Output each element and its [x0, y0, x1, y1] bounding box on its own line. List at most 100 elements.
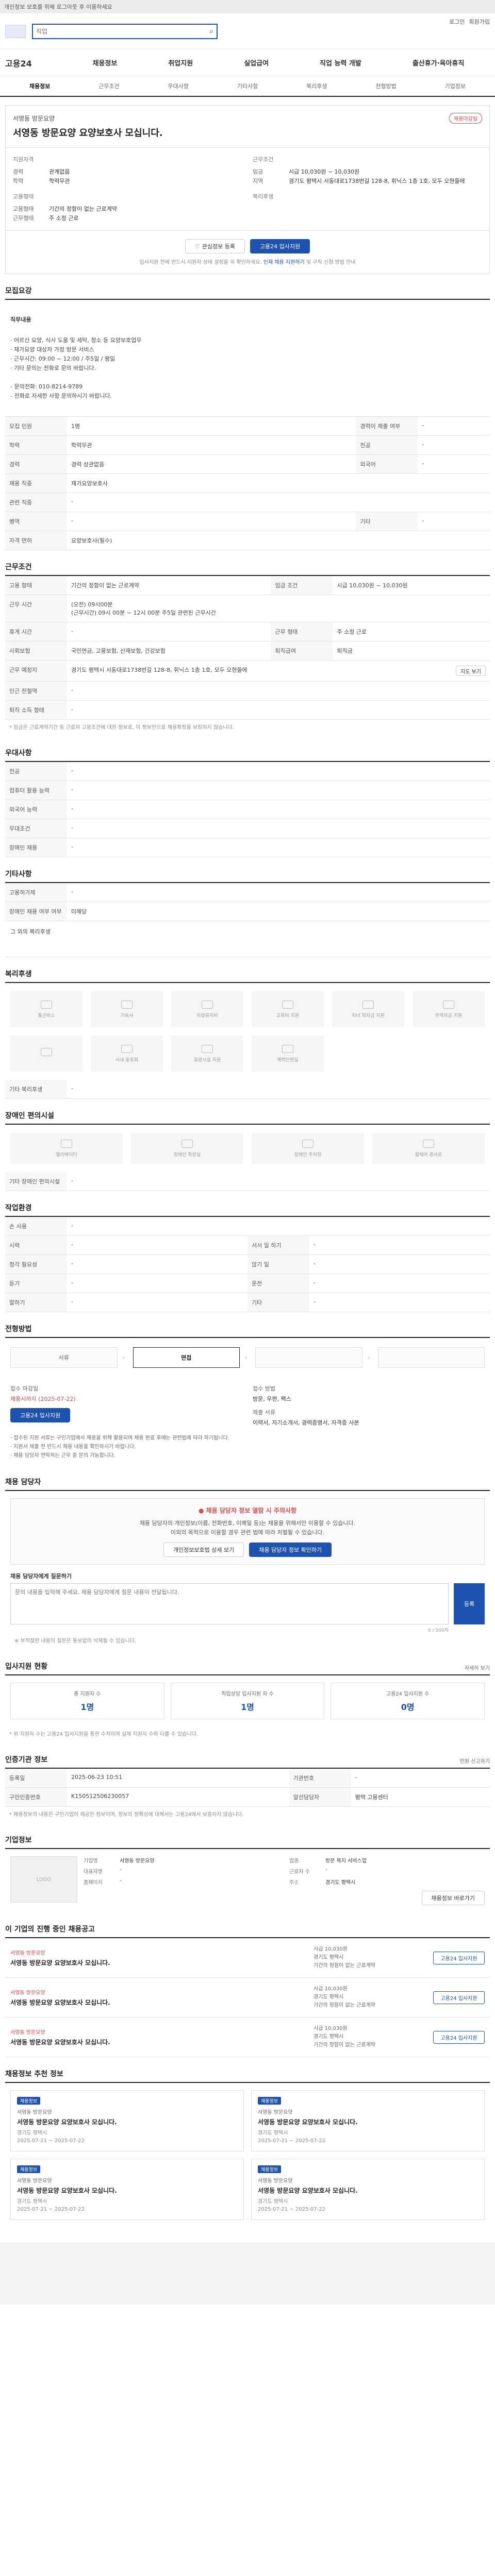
question-textarea[interactable] [10, 1583, 449, 1624]
recommend-card[interactable]: 채용정보 서영동 방문요양 서영동 방문요양 요양보호사 모십니다. 경기도 평택시 … [251, 2159, 485, 2220]
table-row: 경력 경력 상관없음 외국어 - [5, 454, 490, 474]
search-input[interactable] [36, 27, 210, 35]
gnb-item-vocational-training[interactable]: 직업 능력 개발 [320, 58, 361, 67]
table-row: 퇴직 소득 형태 - [5, 700, 490, 720]
summary-welfare-title: 복리후생 [253, 193, 274, 200]
privacy-law-button[interactable]: 개인정보보호법 상세 보기 [163, 1543, 244, 1557]
recommend-title: 채용정보 추천 정보 [5, 2070, 63, 2078]
facility-etc: 기타 장애인 편의시설 - [5, 1172, 490, 1191]
gnb-item-employment-support[interactable]: 취업지원 [168, 58, 193, 67]
tab-welfare[interactable]: 복리후생 [282, 82, 351, 90]
recommend-card[interactable]: 채용정보 서영동 방문요양 서영동 방문요양 요양보호사 모십니다. 경기도 평택시 … [10, 2090, 244, 2151]
company-jobs-button[interactable]: 채용정보 바로가기 [421, 1891, 485, 1905]
table-row: 사회보험 국민연금, 고용보험, 산재보험, 건강보험 퇴직급여 퇴직금 [5, 641, 490, 660]
summary-row: 지역 경기도 평택시 서동대로1738번길 128-8, 휘닉스 1층 1호, 모… [253, 178, 465, 184]
facility-section: 장애인 편의시설 엘리베이터 장애인 화장실 장애인 주차장 휠체어 경사로 기… [5, 1110, 490, 1191]
gnb-brand[interactable]: 고용24 [5, 57, 67, 69]
signup-link[interactable]: 회원가입 [469, 18, 490, 26]
posting-apply-button[interactable]: 고용24 입사지원 [433, 2030, 485, 2044]
table-row: 기타 장애인 편의시설 - [5, 1172, 490, 1191]
table-row: 인근 전철역 - [5, 681, 490, 701]
job-title-block: 서영동 방문요양 서영동 방문요양 요양보호사 모십니다. 채용마감일 [5, 105, 490, 148]
tab-etc[interactable]: 기타사항 [213, 82, 282, 90]
welfare-item: 통근버스 [10, 991, 82, 1027]
posting-apply-button[interactable]: 고용24 입사지원 [433, 1991, 485, 2004]
table-row: 학력 학력무관 전공 - [5, 435, 490, 455]
apply-info: 접수 마감일 채용시까지 (2025-07-22) 고용24 입사지원 접수 방… [10, 1385, 359, 1426]
welfare-item: 기숙사 [91, 991, 163, 1027]
search-icon[interactable]: ⌕ [209, 27, 213, 36]
report-link[interactable]: 민원 신고하기 [460, 1757, 490, 1765]
table-row: 장애인 채용 - [5, 838, 490, 857]
graduation-icon [362, 1000, 374, 1009]
welfare-item: 휴양시설 지원 [171, 1036, 243, 1072]
welfare-item [10, 1036, 82, 1072]
site-logo[interactable] [5, 24, 26, 38]
action-bar: ♡ 관심정보 등록 고용24 입사지원 입사지원 전에 반드시 지원자 상태 설정… [5, 231, 490, 274]
other-postings-title: 이 기업의 진행 중인 채용공고 [5, 1925, 95, 1934]
site-header: ⌕ 로그인 회원가입 [0, 13, 495, 49]
company-info-row: 주소 경기도 평택시 [289, 1880, 356, 1886]
table-row: 우대조건 - [5, 819, 490, 838]
question-submit-button[interactable]: 등록 [454, 1583, 485, 1624]
table-row: 채용 직종 재가요양보호사 [5, 473, 490, 493]
process-section: 전형방법 서류 › 면접 › › 접수 마감일 채용시까지 (2025-07-2… [5, 1324, 490, 1465]
recommend-card[interactable]: 채용정보 서영동 방문요양 서영동 방문요양 요양보호사 모십니다. 경기도 평택시 … [251, 2090, 485, 2151]
company-info-row: 대표자명 - [84, 1867, 122, 1875]
action-note-link[interactable]: 인재 채용 지원하기 [263, 260, 305, 265]
process-apply-button[interactable]: 고용24 입사지원 [10, 1408, 71, 1422]
welfare-item: 체력단련실 [252, 1036, 324, 1072]
tab-preferences[interactable]: 우대사항 [144, 82, 213, 90]
company-section: 기업정보 LOGO 기업명 서영동 방문요양 업종 방문 복지 서비스업 대표자명 -… [5, 1835, 490, 1912]
contact-panel: ● 채용 담당자 정보 열람 시 주의사항 채용 담당자의 개인정보(이름, 전… [10, 1498, 485, 1565]
welfare-section-title: 복리후생 [5, 970, 32, 978]
posting-card[interactable]: 서영동 방문요양 서영동 방문요양 요양보호사 모십니다. 시급 10,030원 … [5, 2018, 490, 2057]
job-summary: 지원자격 경력 관계없음 학력 학력무관 고용형태 고용형태 기간의 정함이 없는 근… [5, 148, 490, 231]
gnb-item-parental-leave[interactable]: 출산휴가·육아휴직 [412, 58, 465, 67]
elevator-icon [61, 1139, 72, 1148]
stat-card: 고용24 입사지원 수 0명 [331, 1683, 485, 1719]
facility-section-title: 장애인 편의시설 [5, 1112, 55, 1120]
tab-company[interactable]: 기업정보 [421, 82, 490, 90]
summary-row: 근무형태 주 소정 근로 [13, 215, 79, 222]
tab-conditions[interactable]: 근무조건 [74, 82, 143, 90]
posting-card[interactable]: 서영동 방문요양 서영동 방문요양 요양보호사 모십니다. 시급 10,030원 … [5, 1938, 490, 1978]
stats-section: 입사지원 현황 자세히 보기 총 지원자 수 1명 직업상담 입사지원 자 수 1명 … [5, 1661, 490, 1743]
view-contact-button[interactable]: 채용 담당자 정보 확인하기 [249, 1543, 332, 1557]
etc-sub: 그 외의 복리후생 [5, 921, 490, 957]
gnb-item-unemployment-benefit[interactable]: 실업급여 [244, 58, 269, 67]
house-icon [121, 1000, 133, 1009]
scrap-button[interactable]: ♡ 관심정보 등록 [185, 239, 245, 253]
table-row: 자격 면허 요양보호사(필수) [5, 531, 490, 550]
welfare-grid: 통근버스 기숙사 차량유지비 교육비 지원 자녀 학자금 지원 주택자금 지원 … [5, 983, 490, 1080]
heart-icon: ♡ [194, 243, 200, 250]
table-row: 모집 인원 1명 경력이 제출 여부 - [5, 417, 490, 436]
process-step [377, 1347, 485, 1368]
table-row: 손 사용 - [5, 1217, 490, 1236]
login-link[interactable]: 로그인 [449, 18, 465, 26]
facility-item: 장애인 화장실 [131, 1133, 243, 1164]
map-button[interactable]: 지도 보기 [456, 666, 486, 676]
gnb-item-jobs[interactable]: 채용정보 [93, 58, 118, 67]
company-name[interactable]: 서영동 방문요양 [13, 114, 482, 123]
home-icon [443, 1000, 454, 1009]
tab-process[interactable]: 전형방법 [351, 82, 420, 90]
gift-icon [41, 1048, 52, 1056]
posting-card[interactable]: 서영동 방문요양 서영동 방문요양 요양보호사 모십니다. 시급 10,030원 … [5, 1978, 490, 2018]
recommend-card[interactable]: 채용정보 서영동 방문요양 서영동 방문요양 요양보호사 모십니다. 경기도 평택시 … [10, 2159, 244, 2220]
welfare-item: 교육비 지원 [252, 991, 324, 1027]
bus-icon [41, 1000, 52, 1009]
pref-section-title: 우대사항 [5, 749, 32, 757]
posting-apply-button[interactable]: 고용24 입사지원 [433, 1951, 485, 1964]
book-icon [282, 1000, 293, 1009]
apply-deadline: 채용시까지 (2025-07-22) [10, 1396, 76, 1402]
tab-recruit[interactable]: 채용정보 [5, 82, 74, 90]
facility-item: 엘리베이터 [10, 1133, 123, 1164]
apply-button[interactable]: 고용24 입사지원 [250, 239, 310, 253]
work-env-section: 작업환경 손 사용 - 시력 - 서서 일 하기 - 청각 필요성 - 앉기 일- 듣기 - 운… [5, 1202, 490, 1312]
global-nav: 고용24 채용정보 취업지원 실업급여 직업 능력 개발 출산휴가·육아휴직 [0, 49, 495, 76]
stats-detail-link[interactable]: 자세히 보기 [465, 1664, 490, 1671]
summary-qualification-title: 지원자격 [13, 156, 34, 163]
table-row: 장애인 채용 여부 여부 미해당 [5, 902, 490, 921]
table-row: 청각 필요성 - 앉기 일- [5, 1255, 490, 1274]
